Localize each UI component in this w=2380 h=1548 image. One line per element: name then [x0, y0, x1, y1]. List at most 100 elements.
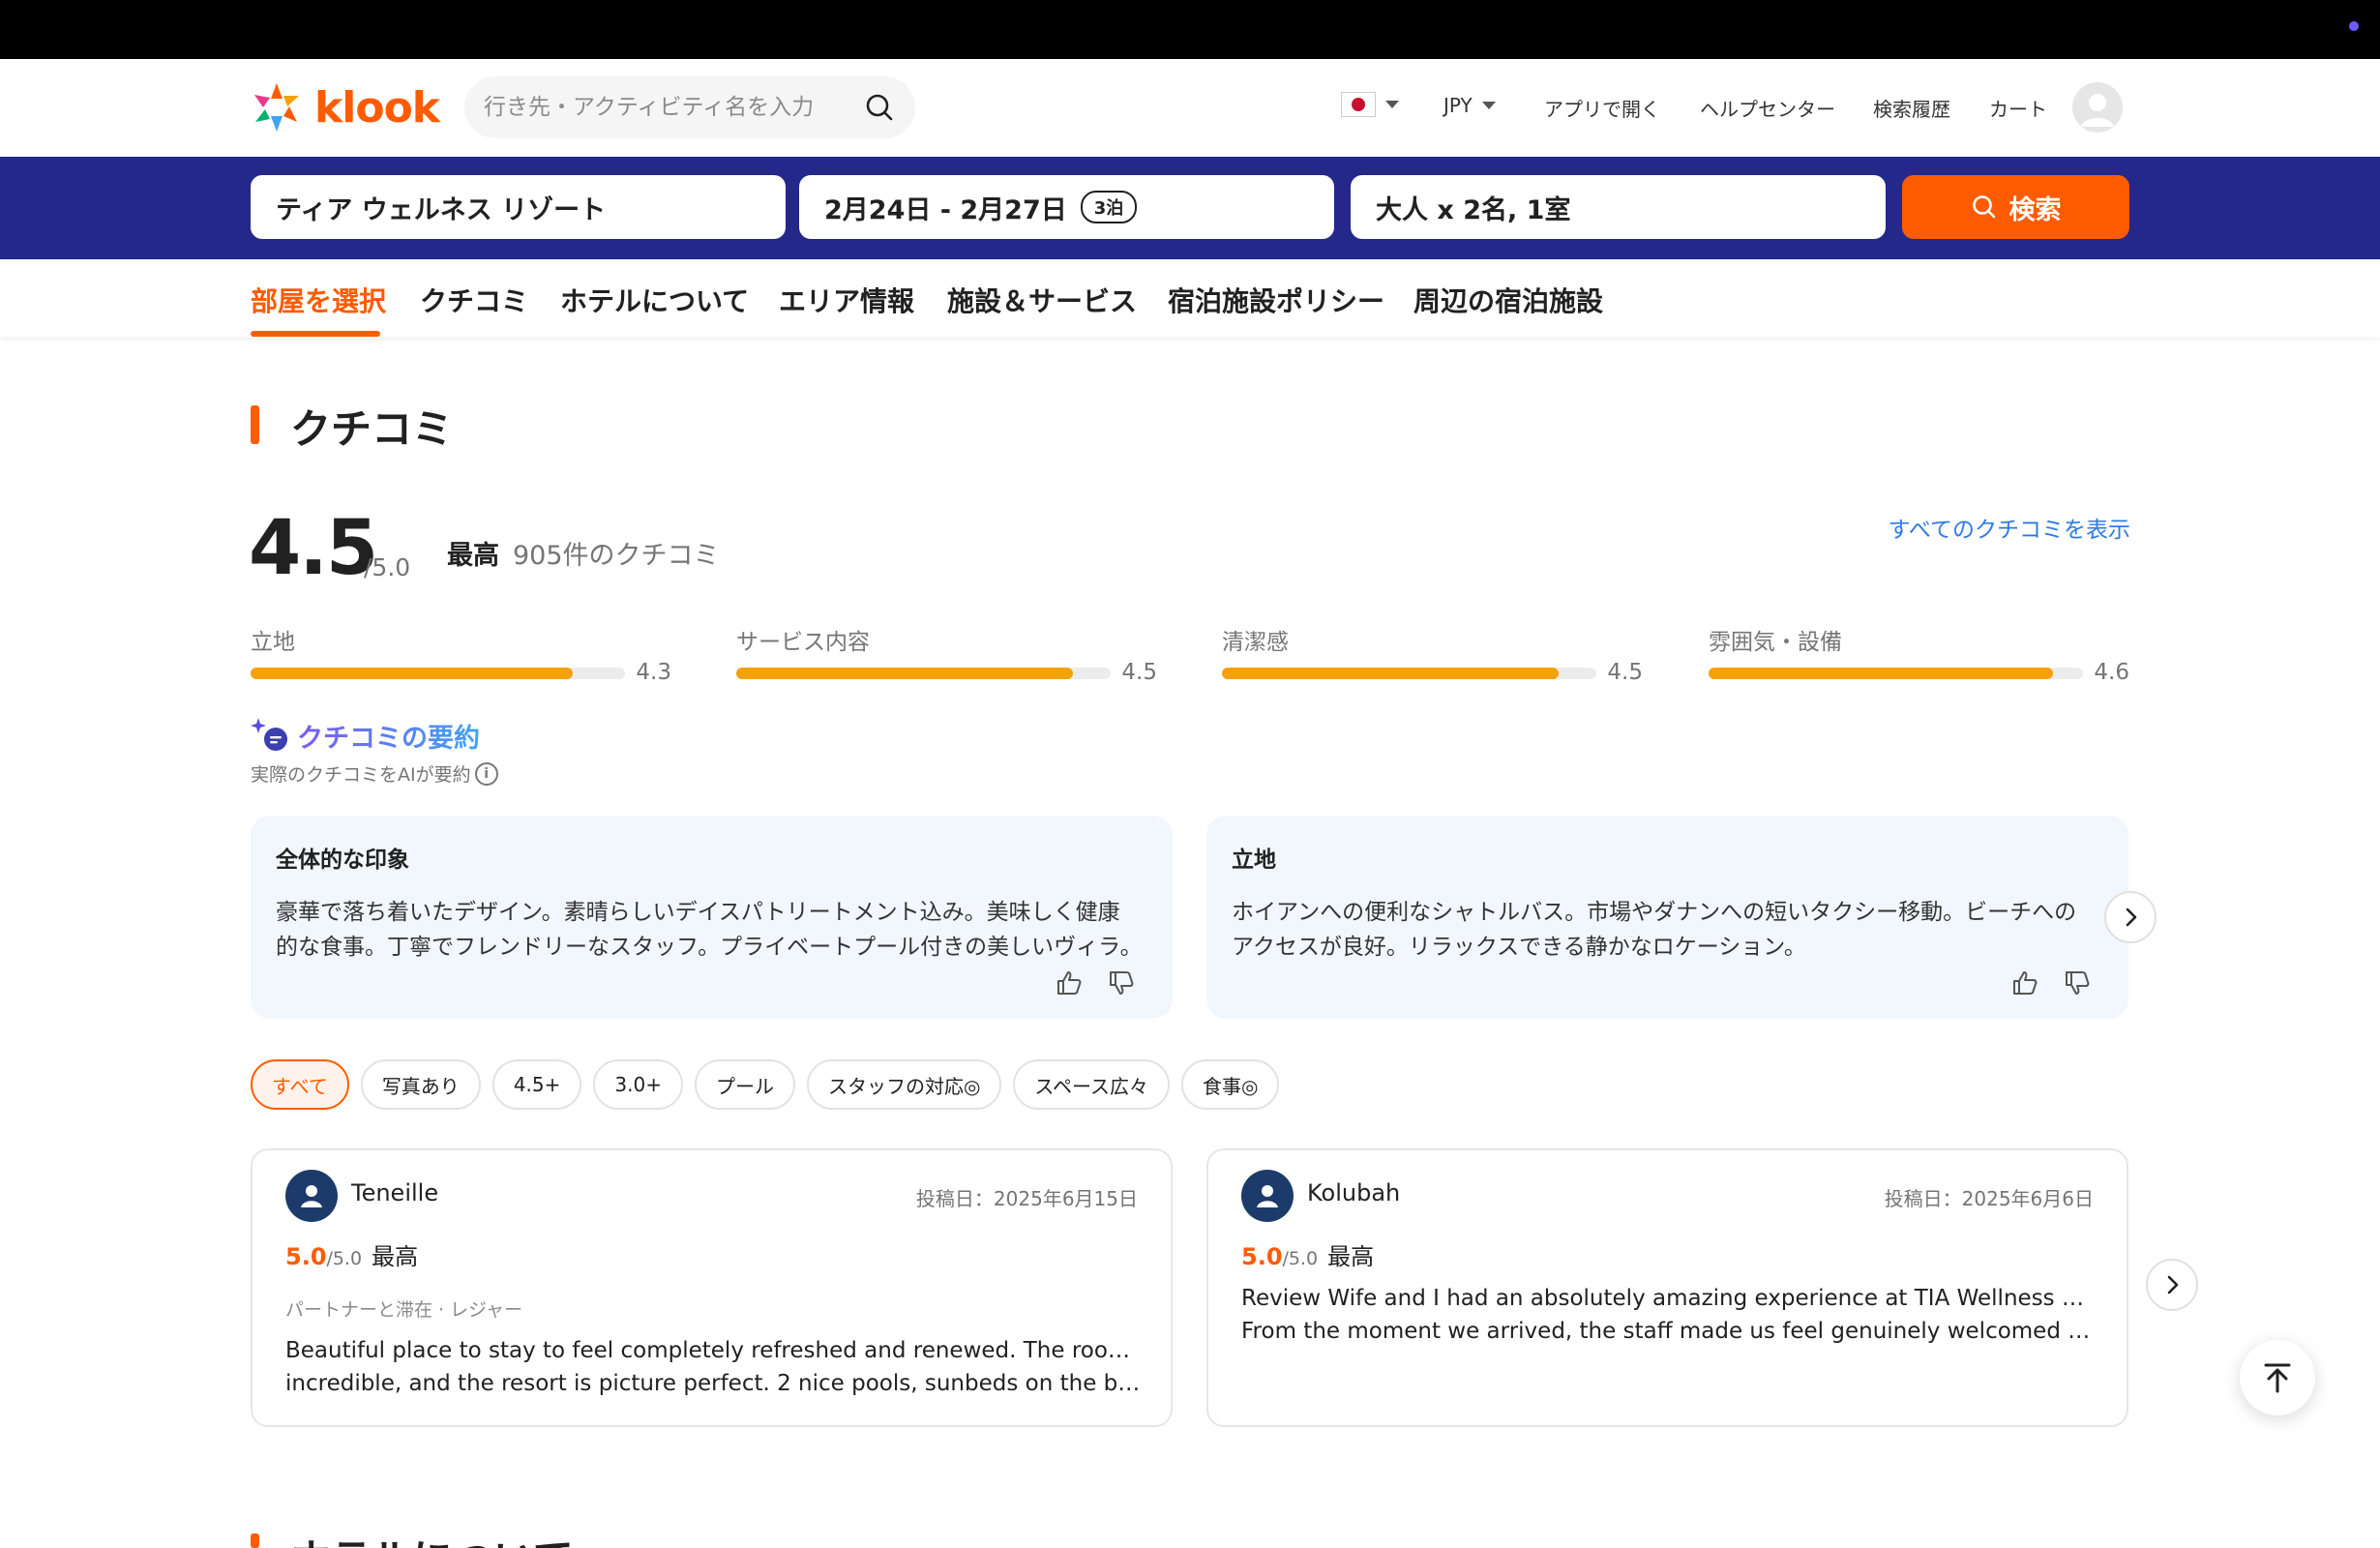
summary-title: 全体的な印象 [276, 848, 409, 873]
cart-link[interactable]: カート [1989, 94, 2047, 122]
help-center-link[interactable]: ヘルプセンター [1700, 94, 1835, 122]
ai-chat-sparkle-icon [251, 718, 287, 751]
rating-bar-track [1709, 668, 2083, 679]
klook-logo[interactable]: klook [249, 80, 440, 134]
date-field[interactable]: 2月24日 - 2月27日 3泊 [799, 175, 1334, 239]
tab-nearby-hotels[interactable]: 周辺の宿泊施設 [1413, 281, 1603, 319]
language-selector[interactable] [1341, 92, 1399, 117]
category-value: 4.3 [636, 660, 671, 685]
arrow-up-to-top-icon [2264, 1363, 2291, 1393]
review-date: 投稿日：2025年6月15日 [915, 1187, 1138, 1210]
open-app-link[interactable]: アプリで開く [1544, 94, 1660, 122]
view-all-reviews-link[interactable]: すべてのクチコミを表示 [1889, 511, 2130, 544]
filter-chip-3-0[interactable]: 3.0+ [593, 1059, 683, 1110]
thumbs-up-icon[interactable] [1055, 968, 1084, 997]
summary-body: 豪華で落ち着いたデザイン。素晴らしいデイスパトリートメント込み。美味しく健康 的… [276, 895, 1147, 965]
booking-bar: ティア ウェルネス リゾート 2月24日 - 2月27日 3泊 大人 x 2名,… [0, 157, 2380, 259]
ai-summary-title: クチコミの要約 [297, 717, 480, 755]
thumbs-down-icon[interactable] [1107, 968, 1136, 997]
rating-bar-fill [251, 668, 573, 679]
review-line: incredible, and the resort is picture pe… [285, 1371, 1142, 1396]
date-range: 2月24日 - 2月27日 [824, 194, 1067, 225]
active-tab-indicator [251, 331, 380, 337]
ai-summary-heading: クチコミの要約 [251, 716, 480, 755]
tab-area-info[interactable]: エリア情報 [779, 281, 914, 319]
category-rating: 立地 4.3 [251, 623, 671, 685]
review-score-max: /5.0 [1282, 1248, 1319, 1269]
search-history-link[interactable]: 検索履歴 [1873, 94, 1950, 122]
search-icon [1972, 195, 1995, 219]
search-input[interactable] [484, 95, 863, 120]
ai-summary-subtitle: 実際のクチコミをAIが要約 i [251, 760, 498, 787]
rating-bar-fill [1709, 668, 2054, 679]
review-line: Review Wife and I had an absolutely amaz… [1241, 1286, 2097, 1311]
info-icon[interactable]: i [474, 761, 498, 786]
status-dot [2349, 21, 2359, 31]
hotel-name: ティア ウェルネス リゾート [276, 194, 607, 225]
currency-label: JPY [1443, 94, 1473, 117]
section-accent-bar [251, 1533, 259, 1548]
search-button-label: 検索 [2008, 194, 2062, 224]
booking-search-button[interactable]: 検索 [1902, 175, 2129, 239]
score-max: /5.0 [364, 553, 411, 581]
review-card[interactable]: Kolubah 投稿日：2025年6月6日 5.0/5.0 最高 Review W… [1206, 1148, 2128, 1427]
review-line: Beautiful place to stay to feel complete… [285, 1338, 1142, 1363]
feedback-buttons [1055, 968, 1136, 997]
section-accent-bar [251, 405, 259, 444]
summary-line: 的な食事。丁寧でフレンドリーなスタッフ。プライベートプール付きの美しいヴィラ。 [276, 935, 1143, 960]
reviews-section-title: クチコミ [290, 405, 454, 453]
summary-line: 豪華で落ち着いたデザイン。素晴らしいデイスパトリートメント込み。美味しく健康 [276, 900, 1120, 925]
category-label: サービス内容 [736, 630, 870, 655]
user-icon [2081, 94, 2114, 127]
user-icon [301, 1185, 322, 1207]
rating-bar-fill [1222, 668, 1560, 679]
review-filters: すべて 写真あり 4.5+ 3.0+ プール スタッフの対応◎ スペース広々 食… [251, 1059, 1280, 1110]
summary-line: アクセスが良好。リラックスできる静かなロケーション。 [1232, 935, 1806, 960]
section-tabs: 部屋を選択 クチコミ ホテルについて エリア情報 施設＆サービス 宿泊施設ポリシ… [0, 259, 2380, 337]
review-line: From the moment we arrived, the staff ma… [1241, 1319, 2097, 1344]
rating-bar-track [1222, 668, 1596, 679]
review-score: 5.0/5.0 最高 [1241, 1237, 1374, 1271]
guests-value: 大人 x 2名, 1室 [1376, 194, 1571, 225]
logo-text: klook [314, 82, 440, 133]
guests-field[interactable]: 大人 x 2名, 1室 [1351, 175, 1886, 239]
filter-chip-spacious[interactable]: スペース広々 [1013, 1059, 1171, 1110]
search-icon[interactable] [863, 91, 896, 124]
filter-chip-staff[interactable]: スタッフの対応◎ [806, 1059, 1002, 1110]
category-value: 4.5 [1607, 660, 1643, 685]
thumbs-down-icon[interactable] [2063, 968, 2092, 997]
tab-policies[interactable]: 宿泊施設ポリシー [1168, 281, 1384, 319]
currency-selector[interactable]: JPY [1443, 94, 1496, 117]
filter-chip-photos[interactable]: 写真あり [360, 1059, 481, 1110]
search-box[interactable] [464, 76, 915, 138]
tab-select-room[interactable]: 部屋を選択 [251, 281, 386, 319]
back-to-top-button[interactable] [2240, 1340, 2315, 1415]
summary-line: ホイアンへの便利なシャトルバス。市場やダナンへの短いタクシー移動。ビーチへの [1232, 900, 2077, 925]
reviewer-name: Teneille [351, 1179, 439, 1206]
score-word: 最高 [447, 541, 499, 571]
reviews-next-button[interactable] [2146, 1259, 2198, 1311]
filter-chip-all[interactable]: すべて [251, 1059, 349, 1110]
tab-reviews[interactable]: クチコミ [420, 281, 528, 319]
review-date: 投稿日：2025年6月6日 [1884, 1187, 2094, 1210]
review-score-value: 5.0 [1241, 1243, 1283, 1270]
user-avatar[interactable] [2072, 82, 2123, 133]
review-text: Review Wife and I had an absolutely amaz… [1241, 1282, 2097, 1348]
overall-score: 4.5 [249, 505, 378, 592]
review-score: 5.0/5.0 最高 [285, 1237, 418, 1271]
reviewer-avatar [285, 1170, 338, 1222]
review-text: Beautiful place to stay to feel complete… [285, 1334, 1142, 1400]
review-card[interactable]: Teneille 投稿日：2025年6月15日 5.0/5.0 最高 パートナーと… [251, 1148, 1173, 1427]
chevron-right-icon [2126, 908, 2137, 927]
filter-chip-food[interactable]: 食事◎ [1181, 1059, 1280, 1110]
summary-next-button[interactable] [2104, 891, 2157, 943]
filter-chip-pool[interactable]: プール [694, 1059, 795, 1110]
review-score-value: 5.0 [285, 1243, 327, 1270]
tab-facilities[interactable]: 施設＆サービス [947, 281, 1137, 319]
filter-chip-4-5[interactable]: 4.5+ [491, 1059, 582, 1110]
category-label: 清潔感 [1222, 630, 1289, 655]
hotel-field[interactable]: ティア ウェルネス リゾート [251, 175, 786, 239]
trip-type: パートナーと滞在 · レジャー [285, 1299, 523, 1321]
thumbs-up-icon[interactable] [2010, 968, 2039, 997]
tab-about-hotel[interactable]: ホテルについて [560, 281, 749, 319]
